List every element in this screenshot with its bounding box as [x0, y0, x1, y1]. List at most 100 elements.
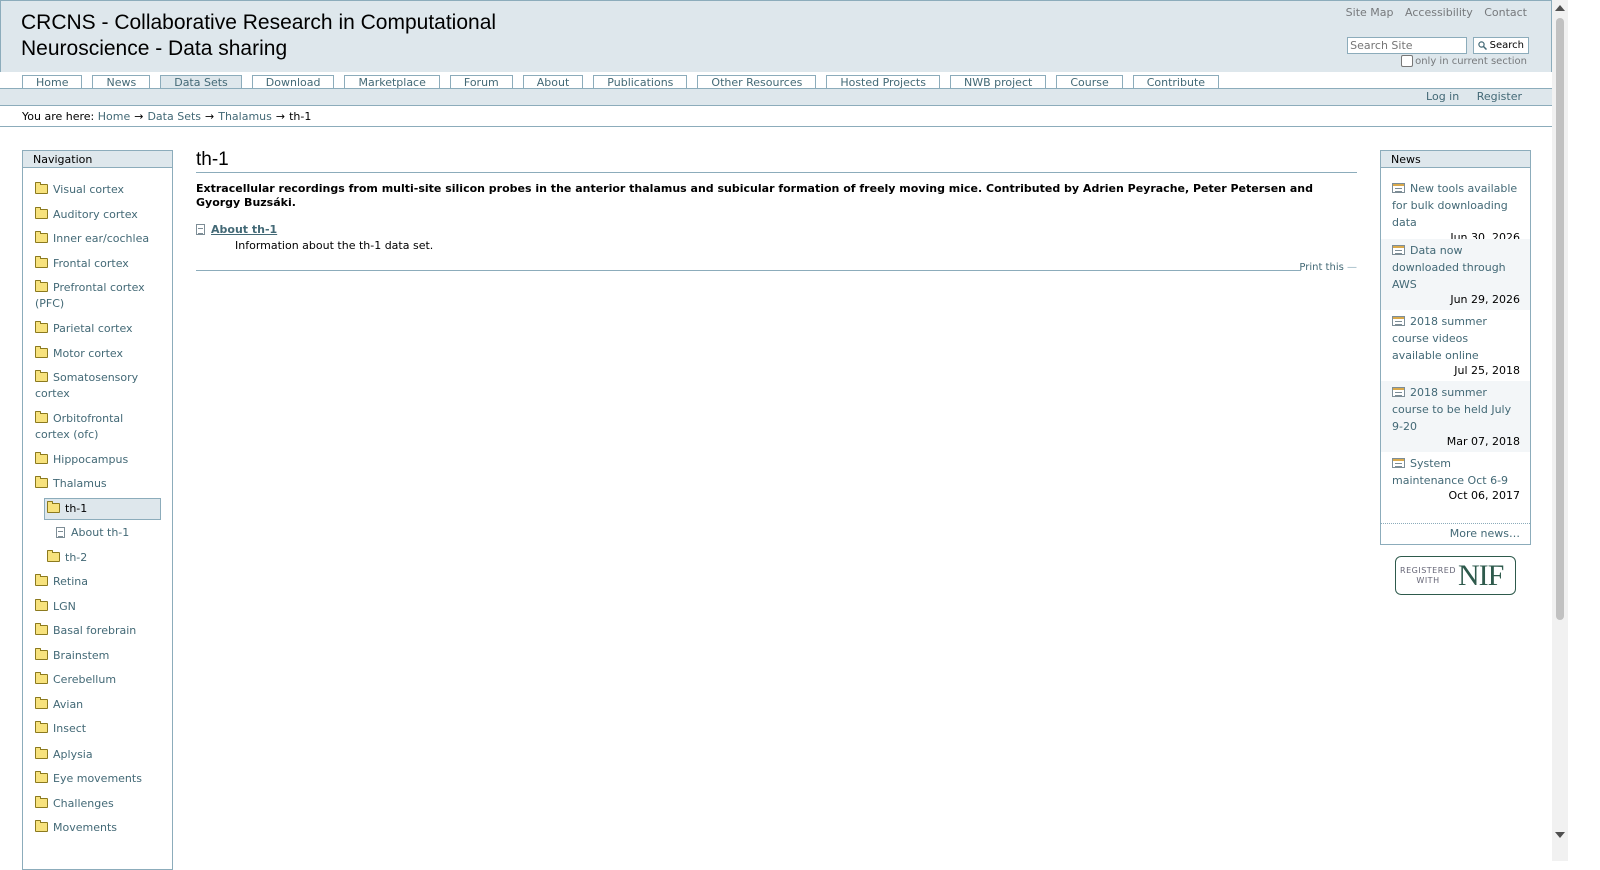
nif-badge-logo-text: NIF	[1458, 558, 1504, 592]
breadcrumb-home[interactable]: Home	[98, 110, 130, 123]
tab-download[interactable]: Download	[251, 75, 335, 89]
nav-item-label: Aplysia	[53, 748, 93, 761]
scroll-up-arrow-icon[interactable]	[1555, 5, 1565, 11]
news-item: Data now downloaded through AWS Jun 29, …	[1381, 239, 1530, 310]
contact-link[interactable]: Contact	[1484, 6, 1527, 19]
nav-item-prefrontal-cortex[interactable]: Prefrontal cortex (PFC)	[35, 280, 155, 312]
nav-item-parietal-cortex[interactable]: Parietal cortex	[35, 321, 155, 337]
about-item: About th-1	[196, 223, 1357, 236]
accessibility-link[interactable]: Accessibility	[1405, 6, 1473, 19]
breadcrumb-separator: →	[134, 110, 144, 123]
title-divider	[196, 172, 1357, 173]
print-link[interactable]: Print this —	[1299, 262, 1357, 273]
breadcrumb: You are here: Home → Data Sets → Thalamus → th…	[22, 110, 311, 123]
nav-item-avian[interactable]: Avian	[35, 697, 155, 713]
news-header: News	[1380, 150, 1531, 168]
nav-item-about-th-1[interactable]: About th-1	[56, 525, 176, 541]
site-map-link[interactable]: Site Map	[1346, 6, 1394, 19]
news-item: System maintenance Oct 6-9 Oct 06, 2017	[1381, 452, 1530, 523]
folder-icon	[35, 820, 48, 832]
nav-item-label: LGN	[53, 600, 76, 613]
news-item-title: 2018 summer course to be held July 9-20	[1392, 386, 1512, 433]
scrollbar-thumb[interactable]	[1556, 18, 1564, 620]
nav-item-challenges[interactable]: Challenges	[35, 796, 155, 812]
nav-item-basal-forebrain[interactable]: Basal forebrain	[35, 623, 155, 639]
breadcrumb-current: th-1	[289, 110, 312, 123]
news-icon	[1392, 316, 1405, 326]
folder-icon	[35, 411, 48, 423]
news-item-link[interactable]: Data now downloaded through AWS	[1392, 244, 1506, 291]
news-icon	[1392, 183, 1405, 193]
nav-item-cerebellum[interactable]: Cerebellum	[35, 672, 155, 688]
about-th-1-link[interactable]: About th-1	[211, 223, 277, 236]
tab-hosted-projects[interactable]: Hosted Projects	[826, 75, 940, 89]
nav-item-auditory-cortex[interactable]: Auditory cortex	[35, 207, 155, 223]
tab-home[interactable]: Home	[22, 75, 83, 89]
breadcrumb-data-sets[interactable]: Data Sets	[147, 110, 201, 123]
tab-contribute[interactable]: Contribute	[1132, 75, 1220, 89]
nav-item-frontal-cortex[interactable]: Frontal cortex	[35, 256, 155, 272]
news-item: New tools available for bulk downloading…	[1381, 177, 1530, 248]
news-item-link[interactable]: New tools available for bulk downloading…	[1392, 182, 1517, 229]
page-scrollbar[interactable]	[1552, 0, 1568, 861]
tab-forum[interactable]: Forum	[449, 75, 513, 89]
current-section-checkbox[interactable]	[1401, 55, 1414, 67]
nav-item-somatosensory-cortex[interactable]: Somatosensory cortex	[35, 370, 155, 402]
folder-icon	[35, 476, 48, 488]
news-item-date: Mar 07, 2018	[1446, 435, 1520, 448]
nav-item-label: Avian	[53, 698, 84, 711]
news-portlet: News New tools available for bulk downlo…	[1380, 150, 1531, 545]
document-actions: Print this —	[196, 262, 1357, 274]
nav-item-label: Challenges	[53, 797, 114, 810]
tab-publications[interactable]: Publications	[593, 75, 688, 89]
news-item-link[interactable]: System maintenance Oct 6-9	[1392, 457, 1508, 487]
search-button-label: Search	[1489, 40, 1524, 51]
tab-news[interactable]: News	[92, 75, 151, 89]
nav-item-th-1[interactable]: th-1	[47, 501, 167, 517]
nav-item-movements[interactable]: Movements	[35, 820, 155, 836]
breadcrumb-thalamus[interactable]: Thalamus	[218, 110, 272, 123]
folder-icon	[35, 747, 48, 759]
tab-course[interactable]: Course	[1056, 75, 1123, 89]
current-section-label: only in current section	[1415, 55, 1527, 67]
tab-data-sets[interactable]: Data Sets	[160, 75, 242, 89]
main-content: th-1 Extracellular recordings from multi…	[196, 148, 1357, 274]
login-link[interactable]: Log in	[1426, 90, 1459, 103]
tab-marketplace[interactable]: Marketplace	[344, 75, 440, 89]
search-current-section: only in current section	[1401, 55, 1527, 67]
nif-registered-badge[interactable]: REGISTERED WITH NIF	[1395, 556, 1516, 595]
nav-item-motor-cortex[interactable]: Motor cortex	[35, 346, 155, 362]
breadcrumb-separator: →	[205, 110, 215, 123]
tab-nwb-project[interactable]: NWB project	[949, 75, 1047, 89]
nav-item-brainstem[interactable]: Brainstem	[35, 648, 155, 664]
site-title[interactable]: CRCNS - Collaborative Research in Comput…	[21, 10, 581, 62]
folder-icon	[35, 321, 48, 333]
nav-item-inner-ear[interactable]: Inner ear/cochlea	[35, 231, 155, 247]
nav-item-retina[interactable]: Retina	[35, 574, 155, 590]
scroll-down-arrow-icon[interactable]	[1555, 832, 1565, 838]
nav-item-aplysia[interactable]: Aplysia	[35, 747, 155, 763]
tab-other-resources[interactable]: Other Resources	[697, 75, 817, 89]
nav-item-visual-cortex[interactable]: Visual cortex	[35, 182, 155, 198]
folder-icon	[35, 452, 48, 464]
nav-item-eye-movements[interactable]: Eye movements	[35, 771, 155, 787]
nav-item-thalamus[interactable]: Thalamus	[35, 476, 155, 492]
nav-item-insect[interactable]: Insect	[35, 721, 155, 737]
news-item-date: Jun 29, 2026	[1450, 293, 1520, 306]
search-input[interactable]	[1347, 37, 1468, 54]
nav-item-hippocampus[interactable]: Hippocampus	[35, 452, 155, 468]
navigation-portlet: Navigation Visual cortex Auditory cortex…	[22, 150, 173, 870]
news-item-link[interactable]: 2018 summer course videos available onli…	[1392, 315, 1487, 362]
nav-item-th-2[interactable]: th-2	[47, 550, 167, 566]
register-link[interactable]: Register	[1477, 90, 1522, 103]
nav-item-orbitofrontal-cortex[interactable]: Orbitofrontal cortex (ofc)	[35, 411, 155, 443]
about-description: Information about the th-1 data set.	[235, 239, 434, 252]
news-item-link[interactable]: 2018 summer course to be held July 9-20	[1392, 386, 1511, 433]
nav-item-lgn[interactable]: LGN	[35, 599, 155, 615]
search-button[interactable]: Search	[1472, 37, 1529, 54]
folder-icon	[35, 599, 48, 611]
folder-icon	[47, 550, 60, 562]
more-news-link[interactable]: More news…	[1450, 527, 1520, 540]
tab-about[interactable]: About	[522, 75, 584, 89]
nav-item-label: Thalamus	[53, 477, 107, 490]
